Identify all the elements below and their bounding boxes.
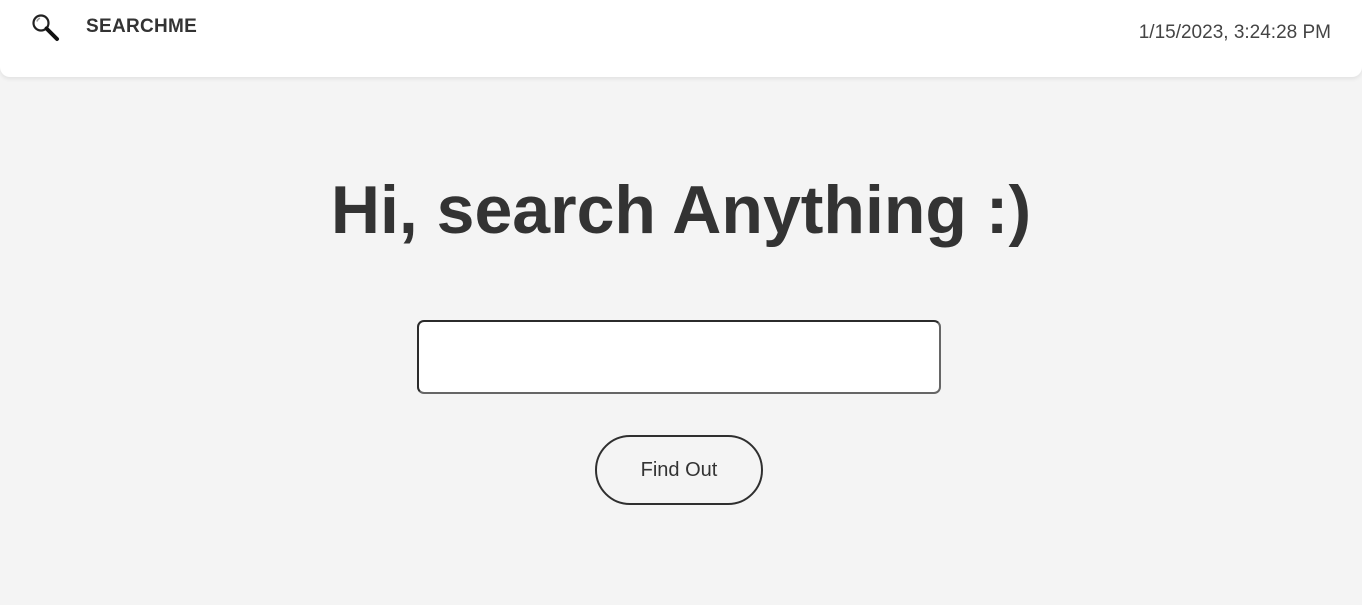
brand-name[interactable]: SEARCHME (86, 17, 197, 37)
current-datetime: 1/15/2023, 3:24:28 PM (1138, 22, 1331, 43)
page-heading: Hi, search Anything :) (330, 172, 1032, 248)
magnifier-icon (30, 12, 60, 42)
find-out-button[interactable]: Find Out (595, 435, 763, 505)
search-input[interactable] (417, 320, 941, 394)
top-header: SEARCHME 1/15/2023, 3:24:28 PM (0, 0, 1362, 77)
